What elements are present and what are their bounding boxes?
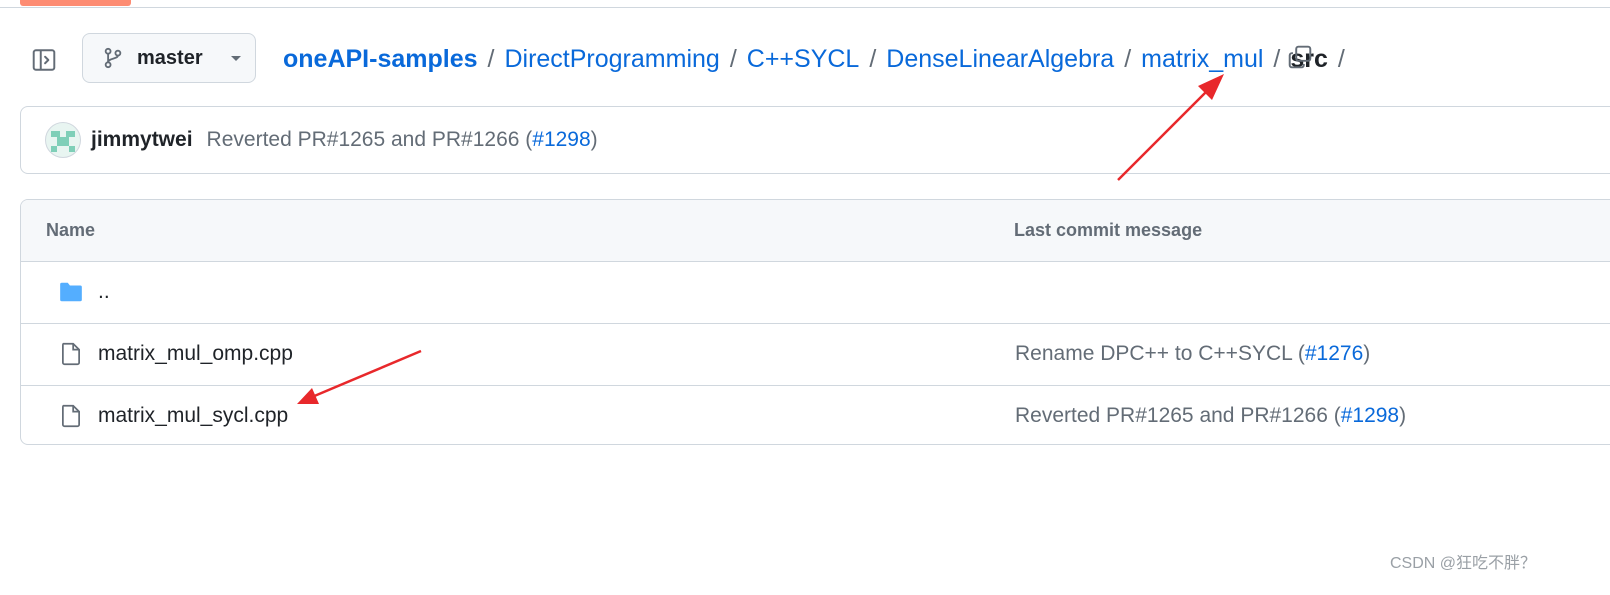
file-icon [61,342,80,366]
table-header: Name Last commit message [21,200,1610,262]
branch-name: master [137,46,203,69]
file-toolbar: master oneAPI-samples / DirectProgrammin… [0,30,1610,86]
file-table: Name Last commit message .. matrix_mul_o… [20,199,1610,445]
sidebar-expand-icon [32,49,56,71]
file-commit-pr-link[interactable]: #1298 [1341,404,1399,427]
breadcrumb-separator: / [487,44,495,73]
parent-dir-link[interactable]: .. [98,280,110,304]
file-link[interactable]: matrix_mul_omp.cpp [98,342,293,366]
commit-pr-link[interactable]: #1298 [532,128,590,151]
breadcrumb-separator: / [1273,44,1281,73]
breadcrumb-separator: / [1124,44,1132,73]
file-commit-message-text[interactable]: Reverted PR#1265 and PR#1266 ( [1015,404,1341,427]
github-file-browser: master oneAPI-samples / DirectProgrammin… [0,0,1610,595]
branch-select-button[interactable]: master [82,33,256,83]
file-commit-message-end: ) [1399,404,1407,427]
table-row-parent-dir[interactable]: .. [21,262,1610,324]
file-commit-message: Reverted PR#1265 and PR#1266 (#1298) [1015,404,1406,428]
breadcrumb-repo-link[interactable]: oneAPI-samples [283,45,478,74]
active-tab-indicator [20,0,131,6]
top-nav-border [0,0,1610,8]
file-commit-message-text[interactable]: Rename DPC++ to C++SYCL ( [1015,342,1305,365]
avatar[interactable] [45,122,81,158]
file-link[interactable]: matrix_mul_sycl.cpp [98,404,288,428]
column-header-last-commit: Last commit message [1014,220,1203,240]
copy-path-button[interactable] [1285,42,1315,72]
table-row: matrix_mul_omp.cpp Rename DPC++ to C++SY… [21,324,1610,386]
sidebar-toggle-button[interactable] [28,44,60,76]
copy-icon [1288,45,1312,69]
git-branch-icon [104,47,122,69]
breadcrumb-separator: / [1337,44,1345,73]
latest-commit-bar: jimmytwei Reverted PR#1265 and PR#1266 (… [20,106,1610,174]
breadcrumb: oneAPI-samples / DirectProgramming / C++… [283,42,1355,76]
caret-down-icon [230,56,241,61]
commit-message: Reverted PR#1265 and PR#1266 (#1298) [207,128,598,152]
breadcrumb-separator: / [729,44,737,73]
commit-message-end: ) [590,128,598,151]
folder-icon [60,282,82,302]
file-commit-message: Rename DPC++ to C++SYCL (#1276) [1015,342,1370,366]
breadcrumb-link-matrix-mul[interactable]: matrix_mul [1141,45,1263,74]
breadcrumb-separator: / [869,44,877,73]
table-row: matrix_mul_sycl.cpp Reverted PR#1265 and… [21,386,1610,444]
commit-message-text[interactable]: Reverted PR#1265 and PR#1266 ( [207,128,533,151]
breadcrumb-link-denselinearalgebra[interactable]: DenseLinearAlgebra [886,45,1114,74]
file-icon [61,404,80,428]
commit-author-link[interactable]: jimmytwei [91,128,193,152]
csdn-watermark: CSDN @狂吃不胖？ [1390,555,1537,572]
file-commit-pr-link[interactable]: #1276 [1305,342,1363,365]
file-commit-message-end: ) [1363,342,1371,365]
identicon-icon [51,131,75,152]
breadcrumb-link-directprogramming[interactable]: DirectProgramming [504,45,719,74]
column-header-name: Name [46,220,96,240]
breadcrumb-link-cppsycl[interactable]: C++SYCL [747,45,860,74]
